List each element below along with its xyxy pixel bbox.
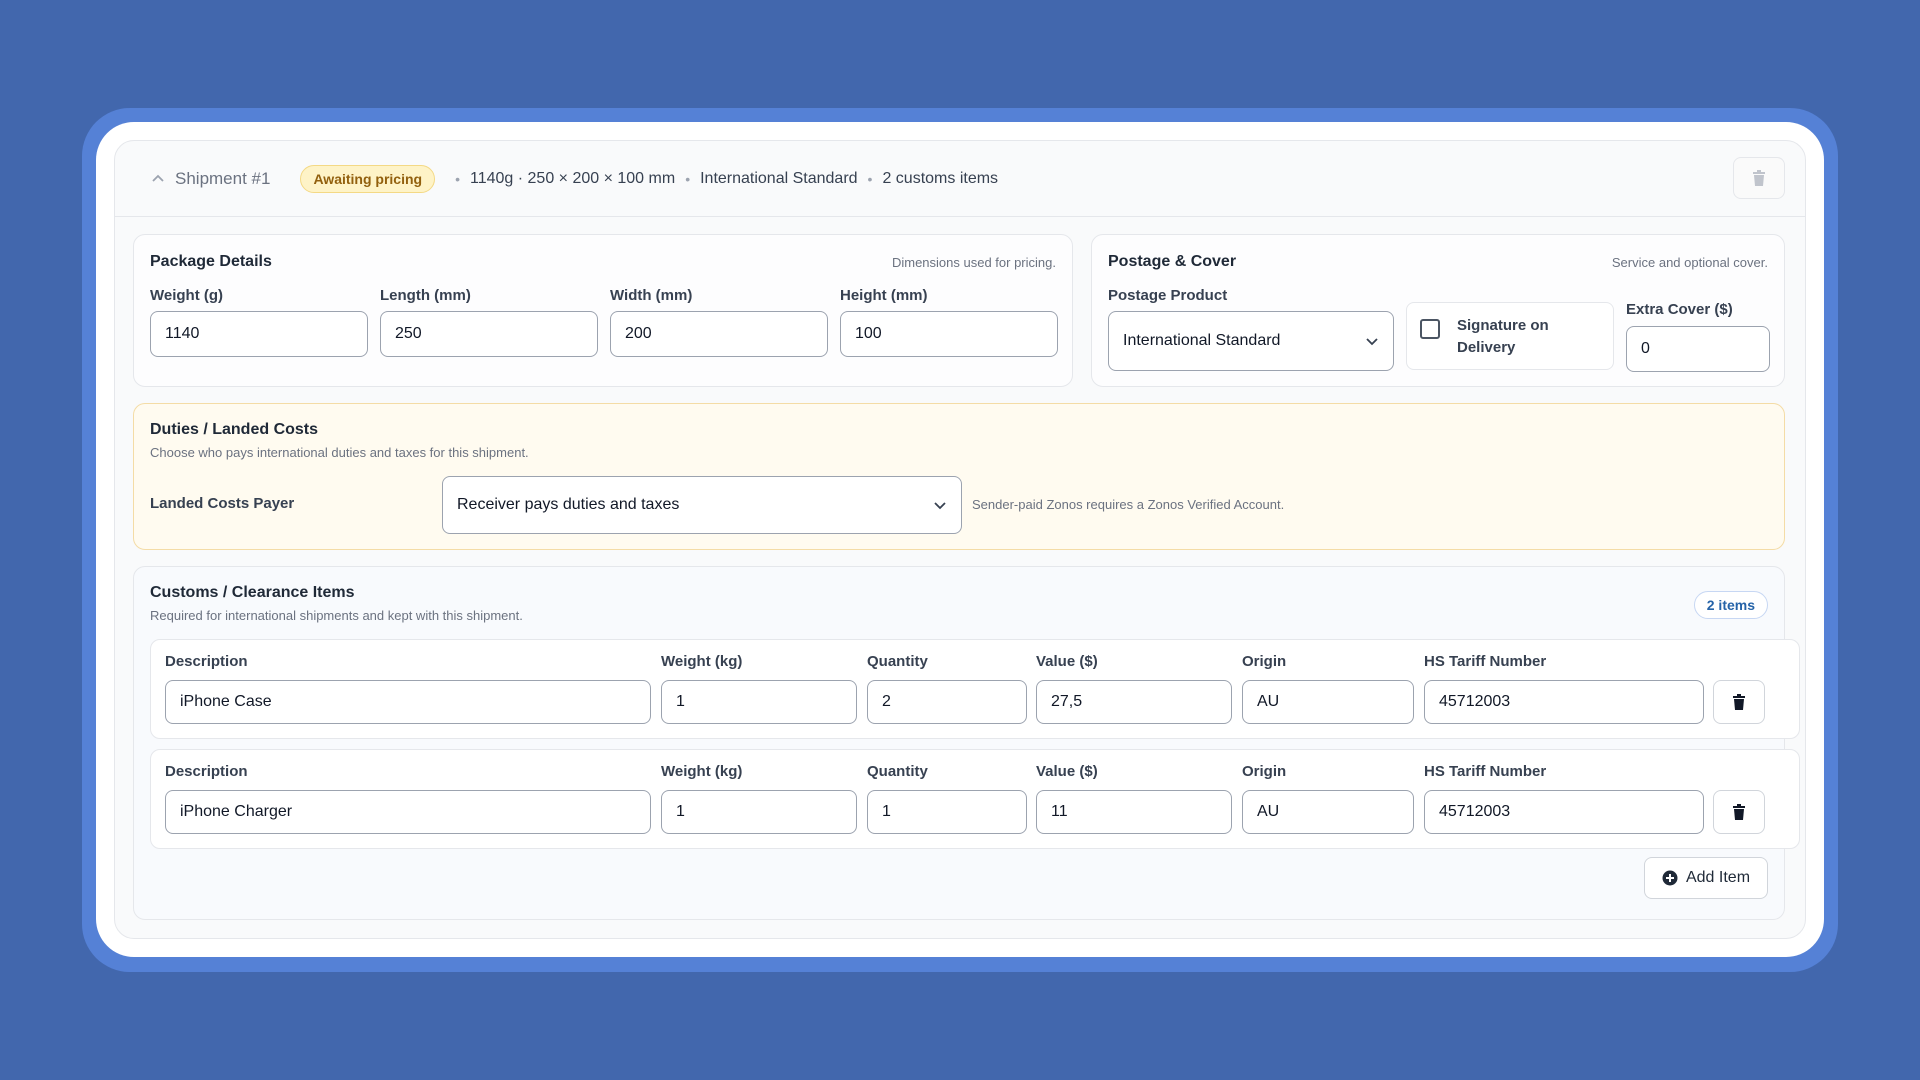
status-badge: Awaiting pricing <box>300 164 436 193</box>
description-input[interactable] <box>165 680 651 724</box>
trash-icon <box>1733 804 1745 820</box>
postage-product-value: International Standard <box>1123 332 1281 349</box>
weight-kg-label: Weight (kg) <box>661 653 743 670</box>
plus-circle-icon <box>1662 870 1678 886</box>
weight-kg-label: Weight (kg) <box>661 763 743 780</box>
trash-icon <box>1733 694 1745 710</box>
postage-cover-panel: Postage & Cover Service and optional cov… <box>1091 234 1785 387</box>
landed-costs-payer-select[interactable]: Receiver pays duties and taxes <box>442 476 962 534</box>
origin-input[interactable] <box>1242 790 1414 834</box>
landed-costs-payer-note: Sender-paid Zonos requires a Zonos Verif… <box>972 497 1285 512</box>
items-count-badge: 2 items <box>1693 591 1768 619</box>
value-label: Value ($) <box>1036 763 1098 780</box>
postage-cover-title: Postage & Cover <box>1108 253 1237 270</box>
height-input[interactable] <box>840 311 1058 357</box>
hs-tariff-label: HS Tariff Number <box>1424 653 1547 670</box>
description-input[interactable] <box>165 790 651 834</box>
description-label: Description <box>165 763 248 780</box>
shipment-card: Shipment #1 Awaiting pricing • 1140g · 2… <box>114 140 1806 939</box>
landed-costs-payer-value: Receiver pays duties and taxes <box>457 496 680 513</box>
delete-item-button[interactable] <box>1713 790 1765 834</box>
weight-label: Weight (g) <box>150 287 224 304</box>
hs-tariff-label: HS Tariff Number <box>1424 763 1547 780</box>
width-input[interactable] <box>610 311 828 357</box>
add-item-button[interactable]: Add Item <box>1644 857 1768 899</box>
description-label: Description <box>165 653 248 670</box>
value-input[interactable] <box>1036 790 1232 834</box>
length-label: Length (mm) <box>380 287 471 304</box>
package-details-note: Dimensions used for pricing. <box>891 255 1056 270</box>
customs-title: Customs / Clearance Items <box>150 584 355 601</box>
quantity-label: Quantity <box>867 763 928 780</box>
hs-tariff-input[interactable] <box>1424 790 1704 834</box>
postage-product-label: Postage Product <box>1108 287 1228 304</box>
signature-on-delivery-option[interactable]: Signature on Delivery <box>1406 302 1614 370</box>
value-input[interactable] <box>1036 680 1232 724</box>
chevron-down-icon <box>934 502 946 510</box>
landed-costs-payer-label: Landed Costs Payer <box>150 495 295 512</box>
duties-panel: Duties / Landed Costs Choose who pays in… <box>133 403 1785 550</box>
summary-items: 2 customs items <box>882 169 999 187</box>
delete-item-button[interactable] <box>1713 680 1765 724</box>
customs-panel: Customs / Clearance Items Required for i… <box>133 566 1800 920</box>
duties-subtitle: Choose who pays international duties and… <box>150 445 529 460</box>
trash-icon <box>1753 170 1765 186</box>
package-details-panel: Package Details Dimensions used for pric… <box>133 234 1073 387</box>
summary-weight-dims: 1140g · 250 × 200 × 100 mm <box>470 169 676 187</box>
customs-item-row: Description Weight (kg) Quantity Value (… <box>150 749 1800 849</box>
chevron-up-icon[interactable] <box>151 172 165 186</box>
postage-cover-note: Service and optional cover. <box>1611 255 1768 270</box>
package-details-title: Package Details <box>150 253 272 270</box>
quantity-input[interactable] <box>867 680 1027 724</box>
weight-kg-input[interactable] <box>661 790 857 834</box>
summary-service: International Standard <box>700 169 858 187</box>
delete-shipment-button[interactable] <box>1733 157 1785 199</box>
duties-title: Duties / Landed Costs <box>150 421 319 438</box>
separator-dot: • <box>685 170 691 187</box>
width-label: Width (mm) <box>610 287 693 304</box>
shipment-title: Shipment #1 <box>175 168 271 188</box>
origin-input[interactable] <box>1242 680 1414 724</box>
quantity-label: Quantity <box>867 653 928 670</box>
extra-cover-label: Extra Cover ($) <box>1626 301 1733 318</box>
height-label: Height (mm) <box>840 287 928 304</box>
quantity-input[interactable] <box>867 790 1027 834</box>
postage-product-select[interactable]: International Standard <box>1108 311 1394 371</box>
signature-label: Signature on Delivery <box>1457 317 1549 356</box>
separator-dot: • <box>867 170 873 187</box>
customs-item-row: Description Weight (kg) Quantity Value (… <box>150 639 1800 739</box>
chevron-down-icon <box>1366 338 1378 346</box>
signature-checkbox[interactable] <box>1420 319 1440 339</box>
length-input[interactable] <box>380 311 598 357</box>
weight-input[interactable] <box>150 311 368 357</box>
hs-tariff-input[interactable] <box>1424 680 1704 724</box>
value-label: Value ($) <box>1036 653 1098 670</box>
weight-kg-input[interactable] <box>661 680 857 724</box>
customs-subtitle: Required for international shipments and… <box>150 608 523 623</box>
shipment-header[interactable]: Shipment #1 Awaiting pricing • 1140g · 2… <box>115 141 1805 217</box>
add-item-label: Add Item <box>1685 869 1751 886</box>
extra-cover-input[interactable] <box>1626 326 1770 372</box>
origin-label: Origin <box>1242 653 1287 670</box>
origin-label: Origin <box>1242 763 1287 780</box>
separator-dot: • <box>455 170 460 187</box>
